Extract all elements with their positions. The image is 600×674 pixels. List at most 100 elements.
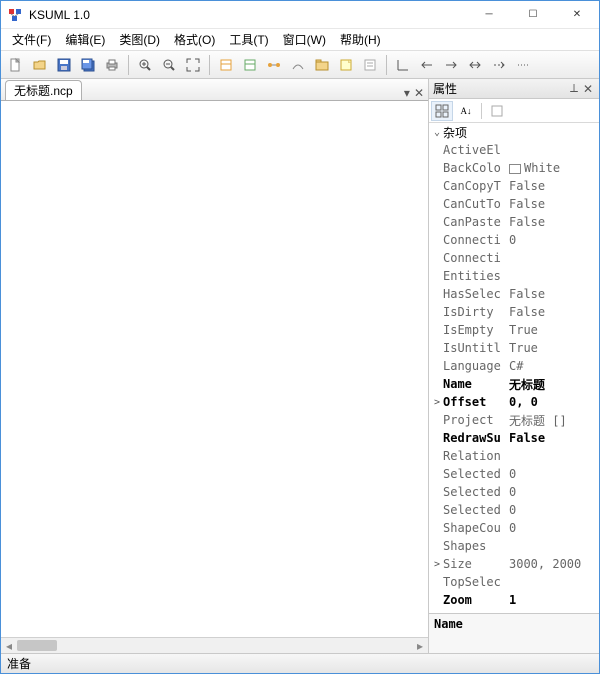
property-value[interactable]: 0	[507, 521, 599, 535]
property-value[interactable]: 3000, 2000	[507, 557, 599, 571]
property-row[interactable]: CanPasteFalse	[429, 213, 599, 231]
menu-item[interactable]: 工具(T)	[222, 29, 275, 50]
class-button[interactable]	[215, 54, 237, 76]
package-button[interactable]	[311, 54, 333, 76]
property-row[interactable]: >Size3000, 2000	[429, 555, 599, 573]
property-value[interactable]: False	[507, 215, 599, 229]
property-value[interactable]: False	[507, 197, 599, 211]
property-value[interactable]: C#	[507, 359, 599, 373]
categorized-icon[interactable]	[431, 101, 453, 121]
property-row[interactable]: Selected0	[429, 501, 599, 519]
property-value[interactable]: 无标题	[507, 376, 599, 393]
property-value[interactable]: 1	[507, 593, 599, 607]
menu-item[interactable]: 帮助(H)	[333, 29, 388, 50]
menu-item[interactable]: 文件(F)	[5, 29, 58, 50]
property-value[interactable]: True	[507, 341, 599, 355]
assoc-button[interactable]	[287, 54, 309, 76]
property-row[interactable]: IsDirtyFalse	[429, 303, 599, 321]
zoom-in-button[interactable]	[134, 54, 156, 76]
menu-item[interactable]: 编辑(E)	[58, 29, 112, 50]
property-row[interactable]: Selected0	[429, 483, 599, 501]
property-category[interactable]: ⌄ 杂项	[429, 123, 599, 141]
minimize-button[interactable]: ─	[467, 1, 511, 29]
print-button[interactable]	[101, 54, 123, 76]
new-file-button[interactable]	[5, 54, 27, 76]
property-value[interactable]: White	[507, 161, 599, 175]
line-button[interactable]	[392, 54, 414, 76]
property-row[interactable]: Zoom1	[429, 591, 599, 609]
tab-dropdown-icon[interactable]: ▾	[404, 86, 410, 100]
panel-close-icon[interactable]: ✕	[581, 82, 595, 96]
expand-icon[interactable]: >	[431, 397, 443, 408]
property-row[interactable]: TopSelec	[429, 573, 599, 591]
scroll-left-icon[interactable]: ◂	[1, 638, 17, 653]
property-value[interactable]: 0	[507, 503, 599, 517]
close-button[interactable]: ✕	[555, 1, 599, 29]
property-row[interactable]: ShapeCou0	[429, 519, 599, 537]
toolbar-separator	[209, 55, 210, 75]
menu-item[interactable]: 类图(D)	[112, 29, 167, 50]
properties-grid[interactable]: ⌄ 杂项 ActiveElBackColoWhiteCanCopyTFalseC…	[429, 123, 599, 613]
tab-close-icon[interactable]: ✕	[414, 86, 424, 100]
property-value[interactable]: 0	[507, 233, 599, 247]
property-row[interactable]: ActiveEl	[429, 141, 599, 159]
property-value[interactable]: True	[507, 323, 599, 337]
property-row[interactable]: IsEmptyTrue	[429, 321, 599, 339]
menu-item[interactable]: 格式(O)	[167, 29, 222, 50]
property-row[interactable]: Entities	[429, 267, 599, 285]
diagram-canvas[interactable]	[1, 101, 428, 637]
save-button[interactable]	[53, 54, 75, 76]
property-row[interactable]: BackColoWhite	[429, 159, 599, 177]
horizontal-scrollbar[interactable]: ◂ ▸	[1, 637, 428, 653]
arrow-bi-button[interactable]	[464, 54, 486, 76]
property-row[interactable]: Shapes	[429, 537, 599, 555]
save-all-button[interactable]	[77, 54, 99, 76]
property-row[interactable]: LanguageC#	[429, 357, 599, 375]
scroll-right-icon[interactable]: ▸	[412, 638, 428, 653]
arrow-right-button[interactable]	[440, 54, 462, 76]
pin-icon[interactable]: ⟂	[567, 81, 581, 96]
property-row[interactable]: CanCopyTFalse	[429, 177, 599, 195]
property-value[interactable]: False	[507, 179, 599, 193]
relation-button[interactable]	[263, 54, 285, 76]
scroll-thumb[interactable]	[17, 640, 57, 651]
document-tab[interactable]: 无标题.ncp	[5, 80, 82, 100]
property-row[interactable]: Relation	[429, 447, 599, 465]
property-value[interactable]: False	[507, 287, 599, 301]
property-value[interactable]: 0	[507, 467, 599, 481]
zoom-out-button[interactable]	[158, 54, 180, 76]
alphabetical-icon[interactable]: A↓	[455, 101, 477, 121]
property-name: IsDirty	[443, 305, 507, 319]
comment-button[interactable]	[359, 54, 381, 76]
property-row[interactable]: Connecti0	[429, 231, 599, 249]
property-value[interactable]: 0	[507, 485, 599, 499]
open-button[interactable]	[29, 54, 51, 76]
property-row[interactable]: >Offset0, 0	[429, 393, 599, 411]
property-value[interactable]: 无标题 []	[507, 412, 599, 429]
menu-item[interactable]: 窗口(W)	[276, 29, 333, 50]
property-name: Size	[443, 557, 507, 571]
dotted-button[interactable]	[512, 54, 534, 76]
note-button[interactable]	[335, 54, 357, 76]
interface-button[interactable]	[239, 54, 261, 76]
property-pages-icon[interactable]	[486, 101, 508, 121]
dash-arrow-button[interactable]	[488, 54, 510, 76]
expand-icon[interactable]: >	[431, 559, 443, 570]
property-row[interactable]: RedrawSuFalse	[429, 429, 599, 447]
document-tab-label: 无标题.ncp	[14, 82, 73, 99]
fit-button[interactable]	[182, 54, 204, 76]
property-row[interactable]: Connecti	[429, 249, 599, 267]
arrow-left-button[interactable]	[416, 54, 438, 76]
maximize-button[interactable]: ☐	[511, 1, 555, 29]
property-row[interactable]: HasSelecFalse	[429, 285, 599, 303]
property-value[interactable]: False	[507, 431, 599, 445]
property-row[interactable]: Selected0	[429, 465, 599, 483]
property-value[interactable]: 0, 0	[507, 395, 599, 409]
property-row[interactable]: IsUntitlTrue	[429, 339, 599, 357]
property-value[interactable]: False	[507, 305, 599, 319]
property-row[interactable]: Project无标题 []	[429, 411, 599, 429]
property-row[interactable]: CanCutToFalse	[429, 195, 599, 213]
collapse-icon[interactable]: ⌄	[431, 127, 443, 138]
arrow-right-icon	[443, 57, 459, 73]
property-row[interactable]: Name无标题	[429, 375, 599, 393]
